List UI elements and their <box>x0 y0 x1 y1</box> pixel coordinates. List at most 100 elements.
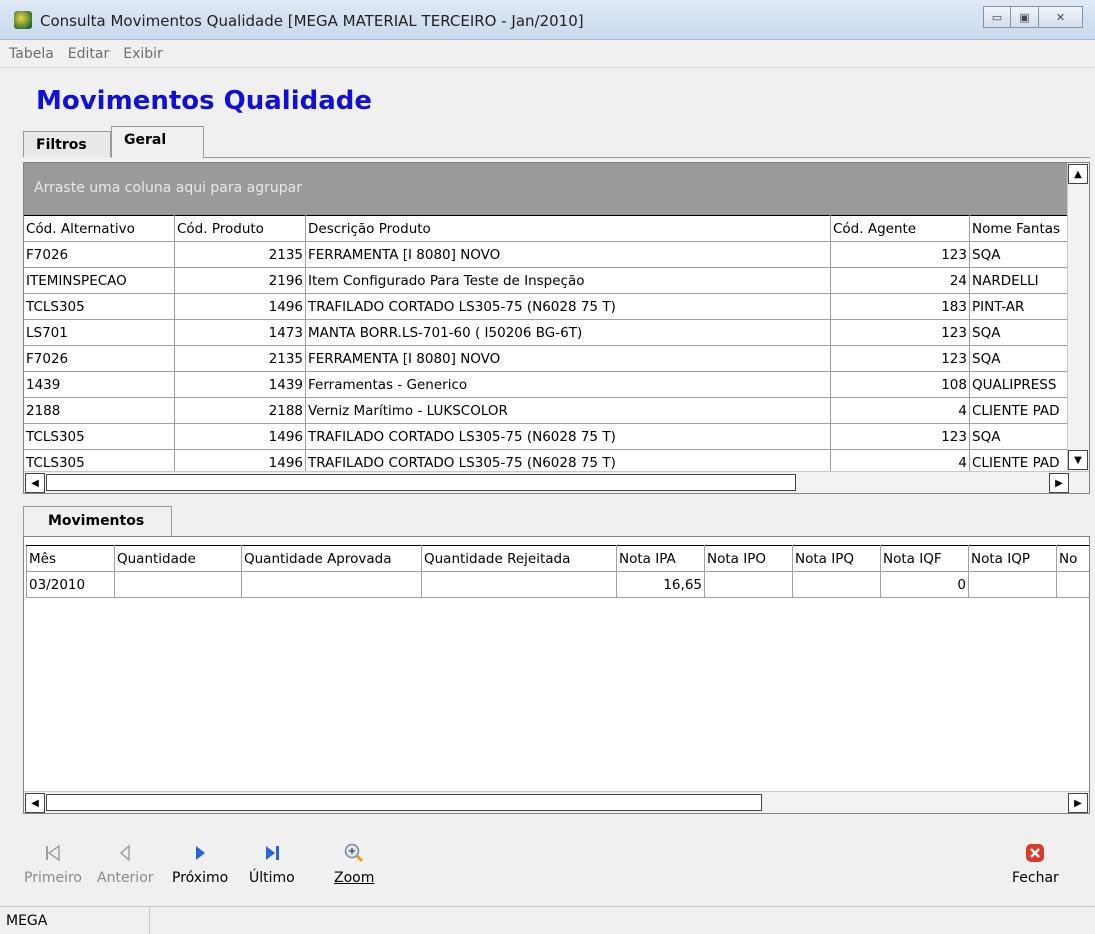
scroll-down-icon[interactable]: ▼ <box>1068 450 1088 470</box>
cell <box>421 571 617 598</box>
page-title: Movimentos Qualidade <box>36 86 373 116</box>
column-header[interactable]: Nota IPA <box>616 545 705 572</box>
tab-filtros[interactable]: Filtros <box>23 131 111 157</box>
proximo-button[interactable]: Próximo <box>172 840 228 886</box>
cell: 1473 <box>174 319 306 346</box>
cell: SQA <box>969 241 1070 268</box>
status-company: MEGA <box>0 906 150 934</box>
close-window-button[interactable]: ✕ <box>1039 6 1083 28</box>
cell: TCLS305 <box>24 423 175 450</box>
scroll-thumb[interactable] <box>46 794 762 811</box>
table-row[interactable]: 03/2010 16,65 0 <box>26 571 1089 598</box>
cell: 4 <box>830 397 970 424</box>
window-controls: ▭ ▣ ✕ <box>983 6 1083 28</box>
cell: TRAFILADO CORTADO LS305-75 (N6028 75 T) <box>305 423 831 450</box>
cell: Item Configurado Para Teste de Inspeção <box>305 267 831 294</box>
column-header[interactable]: Quantidade Aprovada <box>241 545 422 572</box>
fechar-button[interactable]: Fechar <box>1012 840 1059 886</box>
next-icon <box>190 840 210 866</box>
cell: 0 <box>880 571 969 598</box>
cell: LS701 <box>24 319 175 346</box>
scroll-right-icon[interactable]: ▶ <box>1049 473 1069 493</box>
cell: 03/2010 <box>26 571 115 598</box>
column-header[interactable]: Mês <box>26 545 115 572</box>
first-icon <box>43 840 63 866</box>
column-header[interactable]: Descrição Produto <box>305 215 831 242</box>
primeiro-button[interactable]: Primeiro <box>24 840 82 886</box>
title-bar: Consulta Movimentos Qualidade [MEGA MATE… <box>0 0 1095 40</box>
minimize-button[interactable]: ▭ <box>983 6 1011 28</box>
maximize-button[interactable]: ▣ <box>1011 6 1039 28</box>
scroll-right-icon[interactable]: ▶ <box>1068 793 1088 813</box>
cell: Ferramentas - Generico <box>305 371 831 398</box>
column-header[interactable]: Quantidade <box>114 545 242 572</box>
ultimo-button[interactable]: Último <box>249 840 295 886</box>
table-row[interactable]: 1439 1439 Ferramentas - Generico 108 QUALIPR… <box>24 371 1070 398</box>
column-header[interactable]: Cód. Produto <box>174 215 306 242</box>
table-header-row: Mês Quantidade Quantidade Aprovada Quant… <box>26 545 1089 572</box>
column-header[interactable]: No <box>1056 545 1089 572</box>
tab-movimentos[interactable]: Movimentos <box>23 506 172 537</box>
column-header[interactable]: Nota IQF <box>880 545 969 572</box>
column-header[interactable]: Nota IPQ <box>792 545 881 572</box>
column-header[interactable]: Nome Fantas <box>969 215 1070 242</box>
table-row[interactable]: TCLS305 1496 TRAFILADO CORTADO LS305-75 (N… <box>24 293 1070 320</box>
grid-horizontal-scrollbar[interactable]: ◀ ▶ <box>24 471 1089 493</box>
anterior-button[interactable]: Anterior <box>97 840 154 886</box>
cell <box>968 571 1057 598</box>
scroll-left-icon[interactable]: ◀ <box>25 473 45 493</box>
scroll-left-icon[interactable]: ◀ <box>25 793 45 813</box>
tab-divider <box>204 157 1090 158</box>
group-by-area[interactable]: Arraste uma coluna aqui para agrupar <box>24 163 1068 215</box>
cell: SQA <box>969 319 1070 346</box>
table-row[interactable]: LS701 1473 MANTA BORR.LS-701-60 ( I50206 B… <box>24 319 1070 346</box>
scroll-up-icon[interactable]: ▲ <box>1068 164 1088 184</box>
table-row[interactable]: F7026 2135 FERRAMENTA [I 8080] NOVO 123 SQA <box>24 345 1070 372</box>
fechar-label: Fechar <box>1012 870 1059 886</box>
cell: 2188 <box>174 397 306 424</box>
cell: F7026 <box>24 241 175 268</box>
table-row[interactable]: ITEMINSPECAO 2196 Item Configurado Para Te… <box>24 267 1070 294</box>
cell: 123 <box>830 423 970 450</box>
column-header[interactable]: Cód. Agente <box>830 215 970 242</box>
proximo-label: Próximo <box>172 870 229 886</box>
cell: SQA <box>969 345 1070 372</box>
cell: CLIENTE PAD <box>969 397 1070 424</box>
ultimo-label: Último <box>249 870 295 886</box>
menu-exibir[interactable]: Exibir <box>116 46 170 62</box>
previous-icon <box>115 840 135 866</box>
cell: 2188 <box>24 397 175 424</box>
grid-vertical-scrollbar[interactable]: ▲ ▼ <box>1067 163 1089 473</box>
table-header-row: Cód. Alternativo Cód. Produto Descrição … <box>24 215 1070 242</box>
cell: 123 <box>830 345 970 372</box>
cell: 123 <box>830 319 970 346</box>
column-header[interactable]: Quantidade Rejeitada <box>421 545 617 572</box>
primeiro-label: Primeiro <box>24 870 82 886</box>
menu-tabela[interactable]: Tabela <box>2 46 61 62</box>
menu-editar[interactable]: Editar <box>61 46 116 62</box>
table-row[interactable]: TCLS305 1496 TRAFILADO CORTADO LS305-75 (N… <box>24 423 1070 450</box>
tab-geral[interactable]: Geral <box>111 126 204 158</box>
cell: Verniz Marítimo - LUKSCOLOR <box>305 397 831 424</box>
cell: ITEMINSPECAO <box>24 267 175 294</box>
cell <box>241 571 422 598</box>
cell <box>1056 571 1089 598</box>
scroll-thumb[interactable] <box>46 474 796 491</box>
last-icon <box>262 840 282 866</box>
status-bar: MEGA <box>0 906 1095 934</box>
table-row[interactable]: 2188 2188 Verniz Marítimo - LUKSCOLOR 4 CLIE… <box>24 397 1070 424</box>
cell <box>704 571 793 598</box>
column-header[interactable]: Nota IQP <box>968 545 1057 572</box>
products-table: Cód. Alternativo Cód. Produto Descrição … <box>24 215 1070 476</box>
movimentos-grid: Mês Quantidade Quantidade Aprovada Quant… <box>23 536 1090 814</box>
column-header[interactable]: Nota IPO <box>704 545 793 572</box>
movimentos-horizontal-scrollbar[interactable]: ◀ ▶ <box>24 791 1089 813</box>
products-grid: Arraste uma coluna aqui para agrupar Cód… <box>23 162 1090 494</box>
cell: 2135 <box>174 345 306 372</box>
cell: 16,65 <box>616 571 705 598</box>
cell: 1496 <box>174 293 306 320</box>
cell: 1439 <box>174 371 306 398</box>
column-header[interactable]: Cód. Alternativo <box>24 215 175 242</box>
table-row[interactable]: F7026 2135 FERRAMENTA [I 8080] NOVO 123 SQA <box>24 241 1070 268</box>
zoom-button[interactable]: Zoom <box>334 840 374 886</box>
